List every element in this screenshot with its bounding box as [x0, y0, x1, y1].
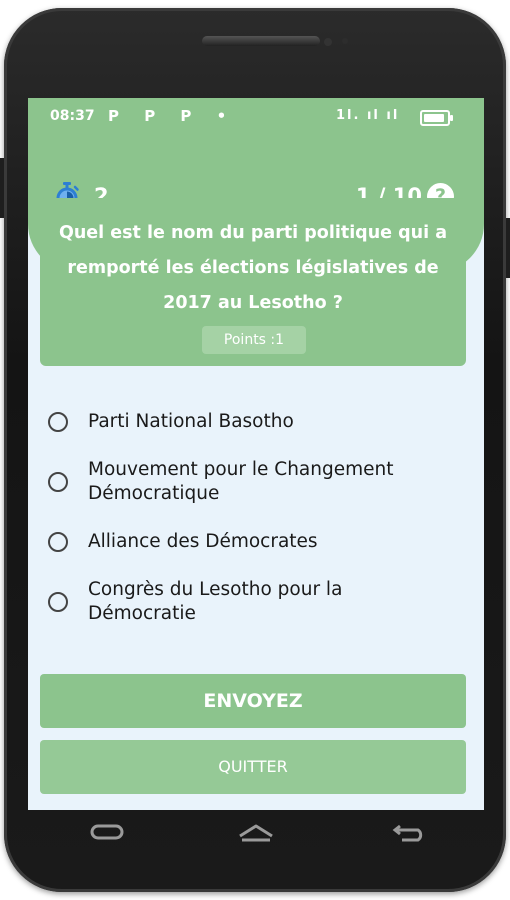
- submit-button[interactable]: ENVOYEZ: [40, 674, 466, 728]
- answer-label: Alliance des Démocrates: [88, 531, 318, 552]
- answer-label: Mouvement pour le Changement Démocratiqu…: [88, 459, 394, 504]
- proximity-sensor: [342, 38, 348, 44]
- signal-icon: 1l. ıl ıl: [336, 108, 400, 123]
- answer-label: Parti National Basotho: [88, 411, 294, 432]
- radio-button[interactable]: [48, 532, 68, 552]
- app-screen: 08:37 P P P • 1l. ıl ıl 2 1 / 10 ? Quel …: [28, 98, 484, 810]
- back-icon[interactable]: [390, 820, 426, 844]
- points-badge: Points :1: [202, 326, 306, 354]
- answer-option-4[interactable]: Congrès du Lesotho pour la Démocratie: [48, 578, 468, 626]
- radio-button[interactable]: [48, 592, 68, 612]
- earpiece-speaker: [202, 36, 320, 46]
- answer-option-1[interactable]: Parti National Basotho: [48, 410, 468, 434]
- front-camera: [324, 38, 332, 46]
- answer-option-2[interactable]: Mouvement pour le Changement Démocratiqu…: [48, 458, 468, 506]
- quit-button[interactable]: QUITTER: [40, 740, 466, 794]
- question-card: Quel est le nom du parti politique qui a…: [40, 198, 466, 366]
- power-button: [506, 218, 510, 278]
- home-icon[interactable]: [236, 818, 276, 844]
- status-time: 08:37: [50, 108, 95, 124]
- answer-option-3[interactable]: Alliance des Démocrates: [48, 530, 468, 554]
- volume-button: [0, 158, 4, 218]
- recent-apps-icon[interactable]: [88, 820, 128, 844]
- answer-label: Congrès du Lesotho pour la Démocratie: [88, 579, 343, 624]
- question-text: Quel est le nom du parti politique qui a…: [58, 223, 448, 313]
- status-bar: 08:37 P P P • 1l. ıl ıl: [28, 98, 484, 134]
- system-nav-bar: [28, 810, 484, 854]
- radio-button[interactable]: [48, 412, 68, 432]
- radio-button[interactable]: [48, 472, 68, 492]
- notification-icons: P P P •: [108, 107, 237, 125]
- battery-icon: [420, 110, 453, 126]
